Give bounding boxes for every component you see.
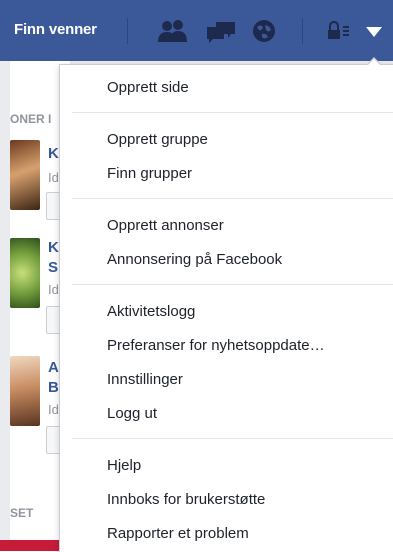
person-name[interactable]: K S xyxy=(48,238,59,278)
menu-item-news-feed-preferences[interactable]: Preferanser for nyhetsoppdate… xyxy=(107,337,325,354)
find-friends-link[interactable]: Finn venner xyxy=(14,21,97,38)
avatar[interactable] xyxy=(10,140,40,210)
menu-item-log-out[interactable]: Logg ut xyxy=(107,405,157,422)
menu-item-activity-log[interactable]: Aktivitetslogg xyxy=(107,303,195,320)
menu-item-advertising-on-facebook[interactable]: Annonsering på Facebook xyxy=(107,251,282,268)
topbar-divider xyxy=(302,18,303,44)
person-name[interactable]: A B xyxy=(48,358,59,398)
menu-separator xyxy=(72,198,393,199)
avatar[interactable] xyxy=(10,238,40,308)
lock-icon[interactable] xyxy=(326,18,352,49)
menu-item-create-page[interactable]: Opprett side xyxy=(107,79,189,96)
dropdown-caret-inner xyxy=(367,59,381,66)
bottom-red-bar xyxy=(0,540,60,551)
messages-icon[interactable] xyxy=(204,18,238,49)
person-sub: Id xyxy=(48,402,59,417)
menu-item-support-inbox[interactable]: Innboks for brukerstøtte xyxy=(107,491,265,508)
section-label: SET xyxy=(10,506,34,520)
top-navigation-bar: Finn venner xyxy=(0,0,393,61)
menu-item-create-ads[interactable]: Opprett annonser xyxy=(107,217,224,234)
dropdown-arrow-icon[interactable] xyxy=(364,25,384,44)
account-dropdown-menu: Opprett side Opprett gruppe Finn grupper… xyxy=(59,57,393,552)
menu-item-settings[interactable]: Innstillinger xyxy=(107,371,183,388)
menu-item-create-group[interactable]: Opprett gruppe xyxy=(107,131,208,148)
menu-item-help[interactable]: Hjelp xyxy=(107,457,141,474)
menu-item-find-groups[interactable]: Finn grupper xyxy=(107,165,192,182)
menu-separator xyxy=(72,112,393,113)
avatar[interactable] xyxy=(10,356,40,426)
person-name[interactable]: K xyxy=(48,144,59,164)
section-label: ONER I xyxy=(10,112,52,126)
topbar-divider xyxy=(127,18,128,44)
person-sub: Id xyxy=(48,170,59,185)
menu-separator xyxy=(72,284,393,285)
globe-icon[interactable] xyxy=(250,18,280,49)
menu-separator xyxy=(72,438,393,439)
person-sub: Id xyxy=(48,282,59,297)
friends-icon[interactable] xyxy=(156,18,190,49)
menu-item-report-a-problem[interactable]: Rapporter et problem xyxy=(107,525,249,542)
